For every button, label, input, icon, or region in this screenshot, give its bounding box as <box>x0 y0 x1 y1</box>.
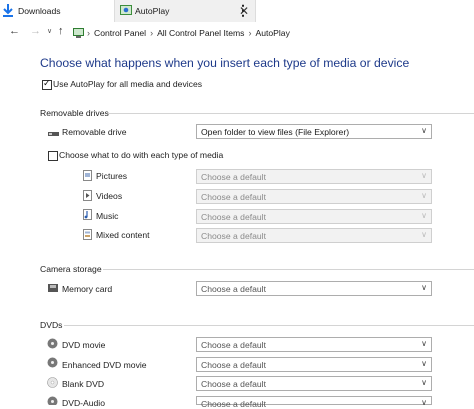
select-value: Choose a default <box>201 172 266 182</box>
chevron-down-icon: ∨ <box>421 339 427 348</box>
dvd-audio-icon <box>47 396 58 407</box>
mixed-content-select[interactable]: Choose a default ∨ <box>196 228 432 243</box>
media-label-mixed: Mixed content <box>96 230 150 240</box>
music-icon <box>83 209 92 222</box>
music-select[interactable]: Choose a default ∨ <box>196 209 432 224</box>
breadcrumb-control-panel[interactable]: Control Panel <box>94 28 146 38</box>
select-value: Choose a default <box>201 212 266 222</box>
select-value: Choose a default <box>201 284 266 294</box>
breadcrumb-autoplay[interactable]: AutoPlay <box>255 28 289 38</box>
select-value: Choose a default <box>201 340 266 350</box>
chevron-down-icon: ∨ <box>421 359 427 368</box>
breadcrumb-all-items[interactable]: All Control Panel Items <box>157 28 244 38</box>
select-value: Choose a default <box>201 192 266 202</box>
enhanced-dvd-select[interactable]: Choose a default ∨ <box>196 357 432 372</box>
chevron-down-icon: ∨ <box>421 378 427 387</box>
download-arrow-icon <box>3 4 13 19</box>
control-panel-icon <box>73 28 84 38</box>
removable-drive-icon <box>48 129 59 139</box>
videos-icon <box>83 190 92 203</box>
select-value: Choose a default <box>201 360 266 370</box>
chevron-down-icon: ∨ <box>421 211 427 220</box>
up-arrow-icon[interactable]: ↑ <box>58 25 64 37</box>
mixed-content-icon <box>83 229 92 242</box>
chevron-down-icon: ∨ <box>421 230 427 239</box>
tab-strip: Downloads AutoPlay ✕ ⋮ <box>0 0 474 22</box>
breadcrumb-separator-icon: › <box>87 28 90 38</box>
autoplay-icon <box>120 5 132 17</box>
blank-dvd-select[interactable]: Choose a default ∨ <box>196 376 432 391</box>
media-label-pictures: Pictures <box>96 171 128 181</box>
removable-drive-label: Removable drive <box>62 127 127 137</box>
tab-downloads[interactable]: Downloads <box>0 0 108 22</box>
chevron-down-icon: ∨ <box>421 171 427 180</box>
breadcrumb-separator-icon: › <box>150 28 154 38</box>
videos-select[interactable]: Choose a default ∨ <box>196 189 432 204</box>
media-label-music: Music <box>96 211 119 221</box>
back-arrow-icon[interactable]: ← <box>9 25 20 37</box>
tab-autoplay[interactable]: AutoPlay ✕ <box>114 0 256 22</box>
section-divider <box>103 269 474 270</box>
memory-card-label: Memory card <box>62 284 113 294</box>
dvd-icon <box>47 338 58 351</box>
enhanced-dvd-label: Enhanced DVD movie <box>62 360 147 370</box>
memory-card-icon <box>48 284 58 294</box>
select-value: Choose a default <box>201 231 266 241</box>
memory-card-select[interactable]: Choose a default ∨ <box>196 281 432 296</box>
recent-chevron-icon[interactable]: ∨ <box>47 27 52 35</box>
blank-dvd-label: Blank DVD <box>62 379 105 389</box>
choose-each-media-label[interactable]: Choose what to do with each type of medi… <box>59 150 223 160</box>
dvd-audio-label: DVD-Audio <box>62 398 105 408</box>
chevron-down-icon: ∨ <box>421 283 427 292</box>
breadcrumb: › Control Panel › All Control Panel Item… <box>73 25 293 41</box>
dvd-audio-select[interactable]: Choose a default ∨ <box>196 396 432 409</box>
dvd-movie-select[interactable]: Choose a default ∨ <box>196 337 432 352</box>
dvd-icon <box>47 357 58 370</box>
more-options-icon[interactable]: ⋮ <box>236 2 250 19</box>
tab-label: AutoPlay <box>135 6 170 16</box>
use-autoplay-label[interactable]: Use AutoPlay for all media and devices <box>53 79 202 89</box>
section-title-camera: Camera storage <box>40 264 102 274</box>
chevron-down-icon: ∨ <box>421 191 427 200</box>
select-value: Open folder to view files (File Explorer… <box>201 127 350 137</box>
blank-dvd-icon <box>47 377 58 390</box>
section-divider <box>108 113 474 114</box>
use-autoplay-checkbox[interactable] <box>42 78 52 90</box>
forward-arrow-icon[interactable]: → <box>30 25 41 37</box>
media-label-videos: Videos <box>96 191 123 201</box>
section-divider <box>64 325 474 326</box>
breadcrumb-separator-icon: › <box>248 28 252 38</box>
pictures-icon <box>83 170 92 183</box>
section-title-removable: Removable drives <box>40 108 109 118</box>
page-title: Choose what happens when you insert each… <box>40 56 410 70</box>
pictures-select[interactable]: Choose a default ∨ <box>196 169 432 184</box>
chevron-down-icon: ∨ <box>421 398 427 407</box>
select-value: Choose a default <box>201 379 266 389</box>
removable-drive-select[interactable]: Open folder to view files (File Explorer… <box>196 124 432 139</box>
section-title-dvds: DVDs <box>40 320 63 330</box>
address-bar: ← → ∨ ↑ › Control Panel › All Control Pa… <box>0 22 474 44</box>
dvd-movie-label: DVD movie <box>62 340 106 350</box>
choose-each-media-checkbox[interactable] <box>48 151 58 161</box>
tab-label: Downloads <box>18 6 61 16</box>
chevron-down-icon: ∨ <box>421 126 427 135</box>
select-value: Choose a default <box>201 399 266 409</box>
